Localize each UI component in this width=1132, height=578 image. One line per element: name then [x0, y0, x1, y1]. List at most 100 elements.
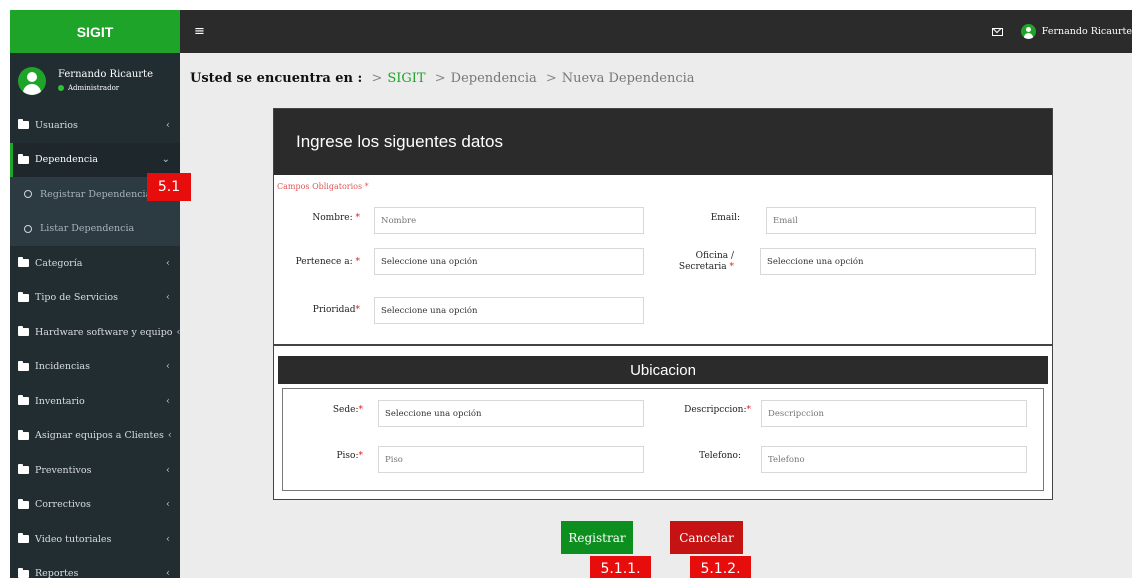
required-note-text: Campos Obligatorios — [277, 182, 363, 191]
chevron-left-icon: ‹ — [166, 499, 170, 511]
online-status-icon — [58, 84, 64, 91]
sidebar-item-label: Categoría — [35, 257, 83, 269]
topbar-right: Fernando Ricaurte — [991, 24, 1132, 39]
sidebar-item-tipo-de-servicios[interactable]: Tipo de Servicios ‹ — [10, 281, 180, 316]
chevron-left-icon: ‹ — [166, 257, 170, 269]
required-mark: * — [358, 451, 364, 461]
brand-logo[interactable]: SIGIT — [10, 10, 180, 53]
email-label: Email: — [710, 213, 740, 223]
user-avatar-icon[interactable] — [1020, 24, 1036, 39]
sidebar-item-label: Dependencia — [35, 154, 98, 166]
breadcrumb-item-dependencia: Dependencia — [450, 71, 537, 86]
user-role-label: Administrador — [68, 83, 120, 92]
user-role: Administrador — [58, 83, 153, 93]
chevron-left-icon: ‹ — [166, 464, 170, 476]
folder-icon — [18, 153, 29, 164]
annotation-callout-cancel: 5.1.2. — [690, 556, 751, 578]
pertenece-label-text: Pertenece a: — [295, 257, 353, 267]
sede-label-text: Sede: — [332, 405, 359, 415]
nombre-input[interactable] — [374, 207, 644, 234]
folder-icon — [18, 395, 29, 406]
sidebar-item-preventivos[interactable]: Preventivos ‹ — [10, 453, 180, 488]
telefono-label: Telefono: — [699, 451, 741, 461]
sidebar-item-incidencias[interactable]: Incidencias ‹ — [10, 350, 180, 385]
folder-icon — [18, 326, 29, 337]
sidebar-item-inventario[interactable]: Inventario ‹ — [10, 384, 180, 419]
ubicacion-section: Sede:* Seleccione una opción Descripccio… — [282, 388, 1044, 491]
folder-icon — [18, 360, 29, 371]
submenu-item-label: Listar Dependencia — [40, 223, 135, 235]
main-content: Usted se encuentra en : > SIGIT > Dependen… — [180, 53, 1132, 578]
folder-icon — [18, 533, 29, 544]
prioridad-select[interactable]: Seleccione una opción — [374, 297, 644, 324]
required-mark: * — [355, 213, 361, 223]
sidebar-item-hardware[interactable]: Hardware software y equipo ‹ — [10, 315, 181, 350]
dependencia-form: Ingrese los siguentes datos Campos Oblig… — [273, 108, 1053, 500]
required-mark: * — [746, 405, 752, 415]
chevron-left-icon: ‹ — [167, 430, 172, 442]
sidebar-item-dependencia[interactable]: Dependencia ⌄ — [10, 142, 180, 177]
sidebar-item-categoria[interactable]: Categoría ‹ — [10, 246, 180, 281]
ubicacion-title: Ubicacion — [278, 356, 1048, 384]
sidebar-item-correctivos[interactable]: Correctivos ‹ — [10, 488, 180, 523]
sidebar-item-asignar-equipos[interactable]: Asignar equipos a Clientes ‹ — [10, 419, 180, 454]
sidebar: SIGIT Fernando Ricaurte Administrador Us… — [10, 10, 181, 578]
oficina-select[interactable]: Seleccione una opción — [760, 248, 1036, 275]
chevron-left-icon: ‹ — [166, 568, 170, 578]
required-mark: * — [364, 182, 369, 191]
breadcrumb-separator: > — [371, 71, 383, 86]
pertenece-select[interactable]: Seleccione una opción — [374, 248, 644, 275]
chevron-left-icon: ‹ — [166, 292, 170, 304]
circle-icon — [24, 190, 32, 199]
piso-label: Piso:* — [303, 451, 363, 462]
sidebar-item-reportes[interactable]: Reportes ‹ — [10, 557, 180, 578]
telefono-input[interactable] — [761, 446, 1027, 473]
register-button[interactable]: Registrar — [561, 521, 633, 554]
breadcrumb-label: Usted se encuentra en : — [190, 71, 363, 86]
submenu-item-listar-dependencia[interactable]: Listar Dependencia — [10, 212, 180, 247]
piso-input[interactable] — [378, 446, 644, 473]
annotation-callout-register: 5.1.1. — [590, 556, 651, 578]
sidebar-item-label: Asignar equipos a Clientes — [35, 430, 164, 442]
breadcrumb: Usted se encuentra en : > SIGIT > Dependen… — [190, 71, 695, 86]
datos-section: Campos Obligatorios * Nombre: * Email: P… — [274, 175, 1052, 346]
descripcion-label-text: Descripccion: — [684, 405, 747, 415]
sidebar-item-label: Incidencias — [35, 361, 90, 373]
required-mark: * — [358, 405, 364, 415]
topbar-user-name[interactable]: Fernando Ricaurte — [1042, 26, 1132, 37]
sidebar-item-label: Preventivos — [35, 464, 92, 476]
submenu-item-label: Registrar Dependencia — [40, 188, 152, 200]
folder-icon — [18, 257, 29, 268]
sidebar-item-label: Inventario — [35, 395, 85, 407]
envelope-icon[interactable] — [991, 27, 1003, 36]
prioridad-label-text: Prioridad — [312, 305, 356, 315]
descripcion-input[interactable] — [761, 400, 1027, 427]
sede-select[interactable]: Seleccione una opción — [378, 400, 644, 427]
email-input[interactable] — [766, 207, 1036, 234]
sidebar-item-label: Reportes — [35, 568, 79, 578]
sidebar-item-usuarios[interactable]: Usuarios ‹ — [10, 108, 180, 143]
chevron-left-icon: ‹ — [166, 395, 170, 407]
breadcrumb-separator: > — [545, 71, 557, 86]
required-note: Campos Obligatorios * — [277, 182, 369, 191]
annotation-callout-registrar-dependencia: 5.1 — [147, 173, 191, 201]
folder-icon — [18, 464, 29, 475]
descripcion-label: Descripccion:* — [663, 405, 751, 416]
sidebar-item-video-tutoriales[interactable]: Video tutoriales ‹ — [10, 522, 180, 557]
user-panel: Fernando Ricaurte Administrador — [10, 53, 180, 108]
nombre-label-text: Nombre: — [312, 213, 353, 223]
oficina-label-line2: Secretaria — [678, 262, 727, 272]
sidebar-item-label: Tipo de Servicios — [35, 292, 118, 304]
breadcrumb-separator: > — [434, 71, 446, 86]
prioridad-label: Prioridad* — [284, 305, 360, 316]
breadcrumb-link-sigit[interactable]: SIGIT — [387, 71, 425, 86]
app: SIGIT Fernando Ricaurte Administrador Us… — [10, 10, 1132, 578]
breadcrumb-item-nueva-dependencia: Nueva Dependencia — [561, 71, 695, 86]
required-mark: * — [355, 257, 361, 267]
sidebar-item-label: Usuarios — [35, 119, 78, 131]
menu-toggle-icon[interactable]: ≡ — [194, 24, 205, 39]
chevron-left-icon: ‹ — [166, 361, 170, 373]
sidebar-item-label: Correctivos — [35, 499, 91, 511]
folder-icon — [18, 119, 29, 130]
cancel-button[interactable]: Cancelar — [670, 521, 743, 554]
